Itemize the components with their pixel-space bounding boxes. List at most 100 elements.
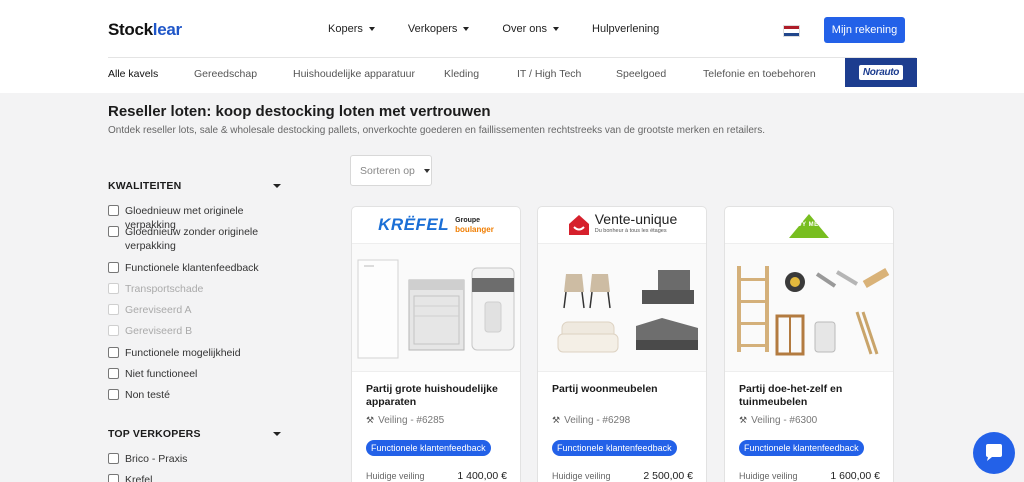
filter-option: Transportschade — [108, 282, 288, 296]
filter-option-label: Niet functioneel — [125, 368, 198, 380]
category-speelgoed[interactable]: Speelgoed — [616, 68, 666, 80]
category-telefonie[interactable]: Telefonie en toebehoren — [703, 68, 816, 80]
filter-heading-label: TOP VERKOPERS — [108, 428, 201, 440]
category-huishoudelijke-apparatuur[interactable]: Huishoudelijke apparatuur — [293, 68, 415, 80]
filter-option-label: Gloednieuw zonder originele verpakking — [125, 226, 259, 252]
logo-text: Stock — [108, 20, 153, 39]
brand-main-text: LEROY MERLIN — [783, 222, 835, 228]
nav-label: Over ons — [502, 23, 548, 35]
checkbox — [108, 304, 119, 315]
brand-sub-text: boulanger — [455, 225, 494, 234]
filter-option[interactable]: Functionele mogelijkheid — [108, 346, 288, 360]
filter-option-label: Krefel — [125, 474, 153, 482]
chevron-down-icon — [463, 27, 470, 31]
top-header: Stocklear Kopers Verkopers Over ons Hulp… — [0, 0, 1024, 57]
nav-label: Verkopers — [407, 23, 458, 35]
brand-sub-text: Du bonheur à tous les étages — [594, 228, 667, 234]
category-it-high-tech[interactable]: IT / High Tech — [517, 68, 581, 80]
nav-hulpverlening[interactable]: Hulpverlening — [592, 23, 659, 35]
lot-title[interactable]: Partij doe-het-zelf en tuinmeubelen — [739, 383, 884, 409]
chevron-down-icon — [423, 168, 430, 173]
filter-option-label: Transportschade — [125, 283, 204, 295]
lot-title[interactable]: Partij woonmeubelen — [552, 383, 697, 396]
nl-flag-icon[interactable] — [783, 25, 800, 37]
lot-card[interactable]: Vente-unique Du bonheur à tous les étage… — [537, 206, 707, 482]
category-gereedschap[interactable]: Gereedschap — [194, 68, 257, 80]
sort-dropdown[interactable]: Sorteren op — [350, 155, 432, 186]
account-button[interactable]: Mijn rekening — [824, 17, 905, 43]
page-subtitle: Ontdek reseller lots, sale & wholesale d… — [108, 125, 766, 136]
site-logo[interactable]: Stocklear — [108, 20, 182, 40]
filter-option: Gereviseerd A — [108, 303, 288, 317]
filter-option[interactable]: Gloednieuw zonder originele verpakking — [108, 225, 278, 253]
brand-main-text: Vente-unique — [594, 211, 678, 227]
brand-logo-krefel: KRËFEL Groupe boulanger — [352, 207, 520, 244]
gavel-icon: ⚒ — [366, 415, 375, 425]
checkbox[interactable] — [108, 389, 119, 400]
filter-heading-kwaliteiten[interactable]: KWALITEITEN — [108, 180, 281, 192]
filter-heading-label: KWALITEITEN — [108, 180, 182, 192]
brand-logo-leroy-merlin: LEROY MERLIN — [725, 207, 893, 244]
nav-kopers[interactable]: Kopers — [328, 23, 375, 35]
price-value: 1 600,00 € — [830, 470, 880, 482]
chevron-down-icon — [368, 27, 375, 31]
lot-photo — [352, 244, 520, 372]
filter-option-label: Functionele klantenfeedback — [125, 262, 259, 274]
main-nav: Kopers Verkopers Over ons Hulpverlening — [328, 23, 692, 35]
lot-photo — [538, 244, 706, 372]
lot-title[interactable]: Partij grote huishoudelijke apparaten — [366, 383, 511, 409]
norauto-logo-text: Norauto — [858, 65, 904, 80]
filter-option-label: Gereviseerd B — [125, 325, 193, 337]
divider — [108, 57, 916, 58]
chevron-down-icon — [273, 184, 281, 188]
lot-card[interactable]: LEROY MERLIN Partij doe-het-zelf en tuin… — [724, 206, 894, 482]
sort-label: Sorteren op — [360, 164, 415, 177]
filter-option[interactable]: Non testé — [108, 388, 288, 402]
checkbox[interactable] — [108, 205, 119, 216]
chevron-down-icon — [273, 432, 281, 436]
category-alle-kavels[interactable]: Alle kavels — [108, 68, 158, 80]
filter-option[interactable]: Brico - Praxis — [108, 452, 288, 466]
checkbox[interactable] — [108, 226, 119, 237]
filter-option-label: Non testé — [125, 389, 170, 401]
nav-verkopers[interactable]: Verkopers — [408, 23, 470, 35]
house-icon — [568, 215, 589, 235]
filter-option[interactable]: Krefel — [108, 473, 288, 482]
auction-id: Veiling - #6298 — [564, 415, 631, 426]
brand-sub-logo: Groupe boulanger — [455, 216, 494, 234]
quality-badge: Functionele klantenfeedback — [552, 440, 677, 456]
checkbox[interactable] — [108, 347, 119, 358]
nav-label: Kopers — [328, 23, 363, 35]
filter-option-label: Functionele mogelijkheid — [125, 347, 241, 359]
auction-id: Veiling - #6300 — [751, 415, 818, 426]
nav-label: Hulpverlening — [592, 23, 660, 35]
brand-logo-vente-unique: Vente-unique Du bonheur à tous les étage… — [538, 207, 706, 244]
gavel-icon: ⚒ — [552, 415, 561, 425]
nav-over-ons[interactable]: Over ons — [502, 23, 560, 35]
checkbox[interactable] — [108, 368, 119, 379]
checkbox — [108, 283, 119, 294]
filter-heading-top-verkopers[interactable]: TOP VERKOPERS — [108, 428, 281, 440]
lot-auction: ⚒ Veiling - #6300 — [739, 415, 817, 426]
price-value: 2 500,00 € — [643, 470, 693, 482]
gavel-icon: ⚒ — [739, 415, 748, 425]
chat-button[interactable] — [973, 432, 1015, 474]
quality-badge: Functionele klantenfeedback — [366, 440, 491, 456]
filter-option[interactable]: Functionele klantenfeedback — [108, 261, 288, 275]
lot-card[interactable]: KRËFEL Groupe boulanger Partij grote hui… — [351, 206, 521, 482]
lot-auction: ⚒ Veiling - #6298 — [552, 415, 630, 426]
checkbox[interactable] — [108, 453, 119, 464]
price-label: Huidige veiling — [366, 471, 425, 481]
norauto-promo-logo[interactable]: Norauto — [845, 58, 917, 87]
filter-option: Gereviseerd B — [108, 324, 288, 338]
filter-option[interactable]: Niet functioneel — [108, 367, 288, 381]
chat-bubble-icon — [986, 444, 1002, 461]
checkbox — [108, 325, 119, 336]
checkbox[interactable] — [108, 474, 119, 482]
price-label: Huidige veiling — [552, 471, 611, 481]
category-kleding[interactable]: Kleding — [444, 68, 479, 80]
filter-option-label: Gereviseerd A — [125, 304, 192, 316]
appliances-image — [357, 259, 515, 359]
checkbox[interactable] — [108, 262, 119, 273]
filter-option-label: Brico - Praxis — [125, 453, 188, 465]
